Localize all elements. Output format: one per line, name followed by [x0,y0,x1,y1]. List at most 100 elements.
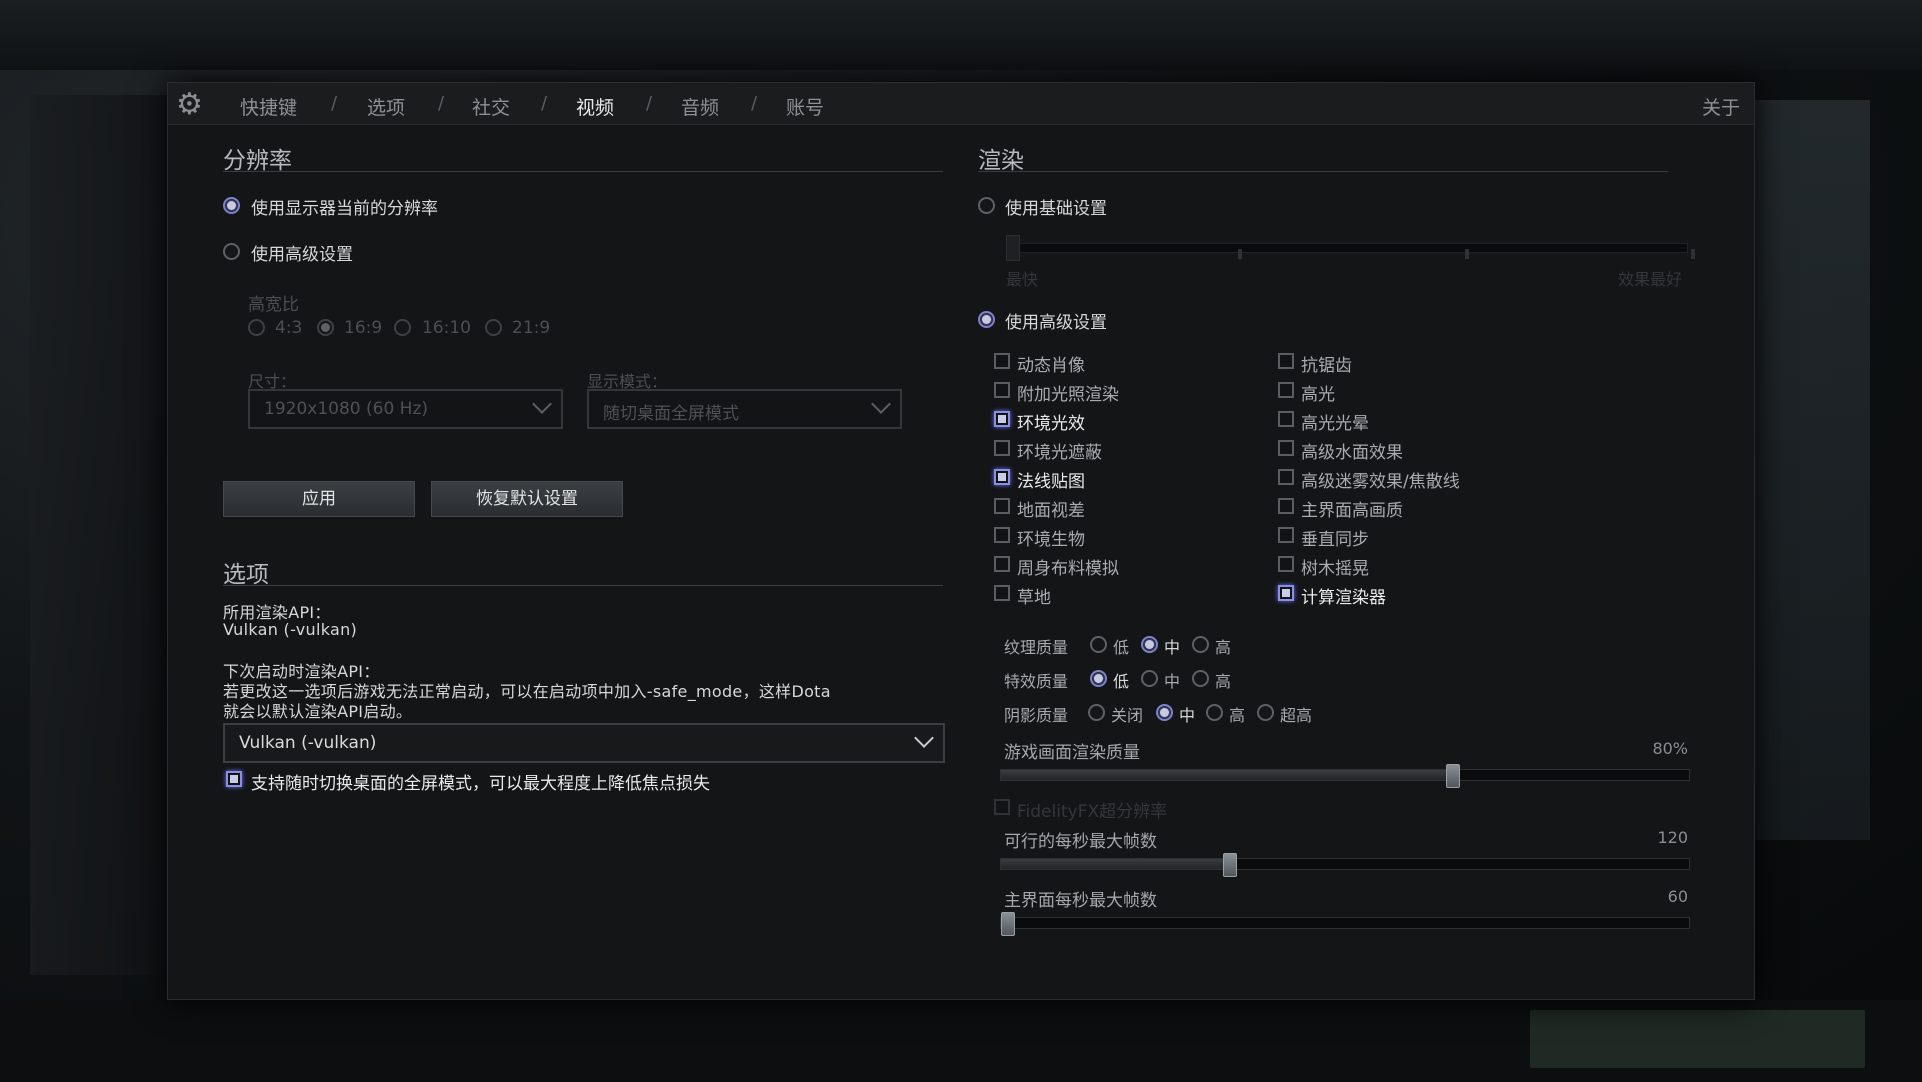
effects-high-label: 高 [1215,672,1232,691]
menu-fps-value: 60 [1667,887,1688,906]
specular-checkbox[interactable] [1278,382,1294,398]
max-fps-thumb[interactable] [1223,853,1237,877]
basic-quality-slider[interactable] [1006,243,1688,253]
tab-social[interactable]: 社交 [472,93,510,120]
antialiasing-checkbox[interactable] [1278,353,1294,369]
fidelityfx-checkbox[interactable] [994,799,1010,815]
grass-checkbox[interactable] [994,585,1010,601]
use-basic-render-radio[interactable] [978,197,995,214]
blurred-top-bar [0,0,1922,70]
bloom-label: 高光光晕 [1301,414,1369,434]
blurred-play-button [1530,1010,1865,1068]
aspect-16-9-radio[interactable] [317,319,334,336]
settings-panel: ⚙ 快捷键 / 选项 / 社交 / 视频 / 音频 / 账号 关于 分辨率 使用… [167,82,1755,1000]
menu-fps-label: 主界面每秒最大帧数 [1004,891,1157,911]
about-link[interactable]: 关于 [1702,93,1740,120]
resolution-title: 分辨率 [223,148,292,174]
tab-hotkeys[interactable]: 快捷键 [240,93,297,120]
water-effects-checkbox[interactable] [1278,440,1294,456]
basic-min-label: 最快 [1006,270,1039,289]
blurred-left-panel [30,95,170,975]
aspect-16-10-radio[interactable] [394,319,411,336]
cloth-simulation-label: 周身布料模拟 [1017,559,1119,579]
settings-nav: ⚙ 快捷键 / 选项 / 社交 / 视频 / 音频 / 账号 关于 [168,83,1754,125]
fullscreen-toggle-checkbox[interactable] [226,771,242,787]
nav-separator: / [331,93,338,114]
tree-wind-label: 树木摇晃 [1301,559,1369,579]
texture-high-radio[interactable] [1192,636,1209,653]
cloth-simulation-checkbox[interactable] [994,556,1010,572]
restore-defaults-button[interactable]: 恢复默认设置 [431,481,623,517]
effects-low-radio[interactable] [1090,670,1107,687]
render-quality-thumb[interactable] [1446,764,1460,788]
texture-high-label: 高 [1215,638,1232,657]
gear-icon[interactable]: ⚙ [176,90,206,120]
shadow-high-radio[interactable] [1206,704,1223,721]
shadow-off-label: 关闭 [1111,706,1144,725]
effects-low-label: 低 [1113,672,1130,691]
nav-separator: / [541,93,548,114]
vsync-checkbox[interactable] [1278,527,1294,543]
divider [223,585,943,586]
grass-label: 草地 [1017,588,1051,608]
tab-options[interactable]: 选项 [367,93,405,120]
specular-label: 高光 [1301,385,1335,405]
shadow-medium-radio[interactable] [1156,704,1173,721]
normal-map-checkbox[interactable] [994,469,1010,485]
antialiasing-label: 抗锯齿 [1301,356,1352,376]
texture-low-radio[interactable] [1090,636,1107,653]
tree-wind-checkbox[interactable] [1278,556,1294,572]
aspect-21-9-radio[interactable] [485,319,502,336]
apply-button[interactable]: 应用 [223,481,415,517]
size-value: 1920x1080 (60 Hz) [264,399,428,419]
ground-parallax-checkbox[interactable] [994,498,1010,514]
tab-account[interactable]: 账号 [786,93,824,120]
current-api-value: Vulkan (-vulkan) [223,620,358,639]
use-display-resolution-radio[interactable] [223,197,240,214]
shadow-off-radio[interactable] [1088,704,1105,721]
tab-audio[interactable]: 音频 [681,93,719,120]
texture-medium-radio[interactable] [1141,636,1158,653]
ambient-creatures-label: 环境生物 [1017,530,1085,550]
ambient-lighting-label: 环境光效 [1017,414,1085,434]
next-api-description-2: 就会以默认渲染API启动。 [223,702,413,721]
basic-max-label: 效果最好 [1618,270,1683,289]
ambient-occlusion-checkbox[interactable] [994,440,1010,456]
menu-fps-thumb[interactable] [1001,912,1015,936]
max-fps-label: 可行的每秒最大帧数 [1004,832,1157,852]
render-quality-slider[interactable] [1000,764,1690,788]
slider-tick [1465,249,1469,259]
hq-dashboard-checkbox[interactable] [1278,498,1294,514]
nav-separator: / [438,93,445,114]
use-advanced-resolution-radio[interactable] [223,243,240,260]
bloom-checkbox[interactable] [1278,411,1294,427]
compute-renderer-checkbox[interactable] [1278,585,1294,601]
use-advanced-render-label: 使用高级设置 [1005,313,1107,333]
effects-medium-radio[interactable] [1141,670,1158,687]
render-api-select[interactable]: Vulkan (-vulkan) [223,723,945,763]
dynamic-portrait-checkbox[interactable] [994,353,1010,369]
fog-caustics-checkbox[interactable] [1278,469,1294,485]
ambient-creatures-checkbox[interactable] [994,527,1010,543]
slider-tick [1691,249,1695,259]
render-api-value: Vulkan (-vulkan) [239,733,377,753]
use-advanced-render-radio[interactable] [978,311,995,328]
ambient-lighting-checkbox[interactable] [994,411,1010,427]
hq-dashboard-label: 主界面高画质 [1301,501,1403,521]
size-select[interactable]: 1920x1080 (60 Hz) [248,389,563,429]
menu-fps-slider[interactable] [1000,912,1690,936]
aspect-16-9-label: 16:9 [344,318,383,338]
texture-medium-label: 中 [1164,638,1181,657]
blurred-right-panel [1750,100,1870,840]
tab-video[interactable]: 视频 [576,93,614,120]
max-fps-slider[interactable] [1000,853,1690,877]
aspect-4-3-radio[interactable] [248,319,265,336]
basic-quality-thumb[interactable] [1006,235,1020,261]
additional-lighting-checkbox[interactable] [994,382,1010,398]
shadow-ultra-radio[interactable] [1257,704,1274,721]
shadow-ultra-label: 超高 [1280,706,1313,725]
effects-high-radio[interactable] [1192,670,1209,687]
display-mode-select[interactable]: 随切桌面全屏模式 [587,389,902,429]
aspect-ratio-label: 高宽比 [248,295,299,315]
chevron-down-icon [871,394,891,414]
